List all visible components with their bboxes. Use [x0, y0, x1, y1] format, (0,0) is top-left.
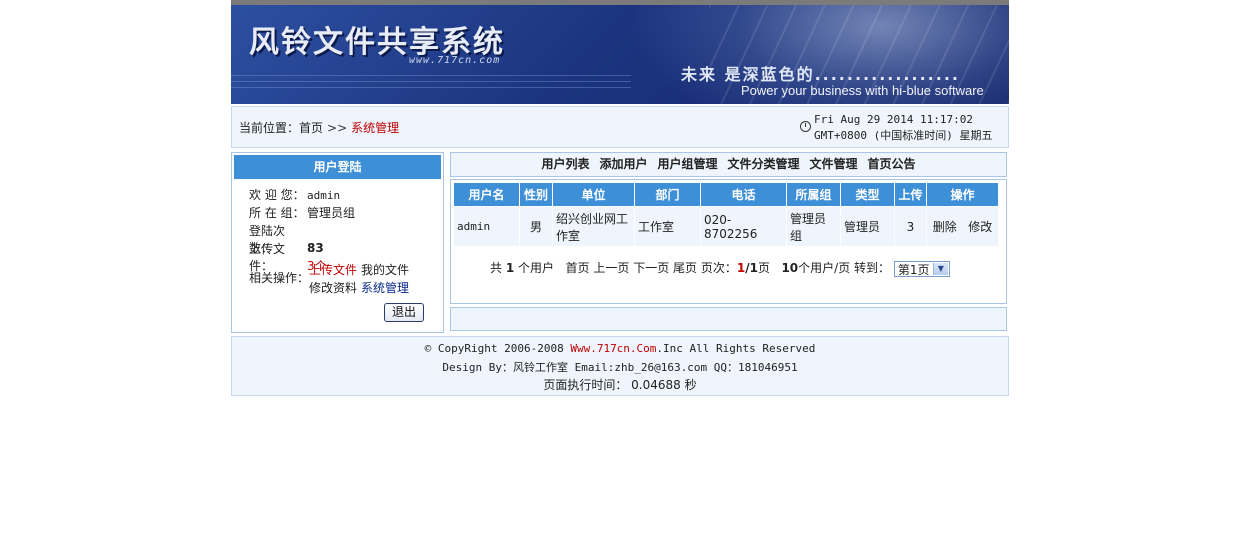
admin-nav: 用户列表 添加用户 用户组管理 文件分类管理 文件管理 首页公告 [450, 152, 1007, 177]
table-header-row: 用户名 性别 单位 部门 电话 所属组 类型 上传 操作 [454, 183, 998, 206]
group-value: 管理员组 [307, 206, 356, 220]
cell-type: 管理员 [841, 207, 894, 246]
related-ops: 上传文件 我的文件 修改资料 系统管理 [309, 261, 413, 297]
system-admin-link[interactable]: 系统管理 [361, 281, 409, 295]
page-select-value: 第1页 [897, 262, 930, 277]
cell-uploads: 3 [895, 207, 926, 246]
footer-copyright: © CopyRight 2006-2008 Www.717cn.Com.Inc … [232, 342, 1008, 355]
current-datetime: Fri Aug 29 2014 11:17:02 GMT+0800 (中国标准时… [814, 112, 992, 144]
login-panel: 用户登陆 欢 迎 您： admin 所 在 组： 管理员组 登陆次数： 83 上传文件… [231, 152, 444, 333]
banner-slogan-cn: 未来 是深蓝色的.................. [681, 65, 960, 84]
col-group: 所属组 [787, 183, 840, 206]
copyright-prefix: © CopyRight 2006-2008 [424, 342, 571, 355]
user-table: 用户名 性别 单位 部门 电话 所属组 类型 上传 操作 admin 男 绍兴创… [453, 182, 999, 247]
ops-label: 相关操作： [249, 271, 310, 285]
col-phone: 电话 [701, 183, 786, 206]
nav-home-notice[interactable]: 首页公告 [868, 157, 916, 171]
banner-line [231, 81, 631, 82]
banner-slogan-en: Power your business with hi-blue softwar… [741, 83, 984, 98]
col-username: 用户名 [454, 183, 519, 206]
pager-goto-label: 转到： [854, 261, 891, 275]
site-footer: © CopyRight 2006-2008 Www.717cn.Com.Inc … [231, 336, 1009, 396]
banner-line [231, 87, 631, 88]
col-gender: 性别 [520, 183, 552, 206]
site-banner: 风铃文件共享系统 www.717cn.com 未来 是深蓝色的.........… [231, 0, 1009, 104]
group-row: 所 在 组： 管理员组 [249, 204, 355, 221]
panel-footer-bar [450, 307, 1007, 331]
page-select[interactable]: 第1页 ▼ [893, 260, 950, 277]
pager-total: 1 [505, 261, 515, 275]
datetime-line1: Fri Aug 29 2014 11:17:02 [814, 113, 973, 126]
cell-group: 管理员组 [787, 207, 840, 246]
breadcrumb: 当前位置：首页 >> 系统管理 [239, 119, 399, 136]
table-row: admin 男 绍兴创业网工作室 工作室 020-8702256 管理员组 管理… [454, 207, 998, 246]
site-logo-url: www.717cn.com [409, 55, 501, 66]
col-actions: 操作 [927, 183, 998, 206]
clock-icon [800, 121, 811, 132]
nav-category-manage[interactable]: 文件分类管理 [728, 157, 800, 171]
cell-actions: 删除 修改 [927, 207, 998, 246]
pager-first[interactable]: 首页 [566, 261, 590, 275]
pager-total-suffix: 个用户 [518, 261, 555, 275]
pager-last[interactable]: 尾页 [673, 261, 697, 275]
nav-add-user[interactable]: 添加用户 [599, 157, 647, 171]
pager-total-prefix: 共 [490, 261, 503, 275]
cell-department: 工作室 [635, 207, 700, 246]
cell-company: 绍兴创业网工作室 [553, 207, 634, 246]
pager-per-page-suffix: 个用户/页 [798, 261, 851, 275]
delete-user-link[interactable]: 删除 [933, 220, 957, 234]
footer-exec-time: 页面执行时间： 0.04688 秒 [543, 378, 697, 392]
login-panel-header: 用户登陆 [234, 155, 441, 179]
col-department: 部门 [635, 183, 700, 206]
cell-gender: 男 [520, 207, 552, 246]
edit-profile-link[interactable]: 修改资料 [309, 281, 357, 295]
copyright-site-link[interactable]: Www.717cn.Com [570, 342, 656, 355]
pager-next[interactable]: 下一页 [633, 261, 669, 275]
pager-page-suffix: 页 [757, 261, 770, 275]
nav-group-manage[interactable]: 用户组管理 [657, 157, 717, 171]
user-list-panel: 用户名 性别 单位 部门 电话 所属组 类型 上传 操作 admin 男 绍兴创… [450, 179, 1007, 304]
edit-user-link[interactable]: 修改 [968, 220, 992, 234]
group-label: 所 在 组： [249, 206, 305, 220]
footer-design-info: Design By：风铃工作室 Email:zhb_26@163.com QQ：… [442, 361, 798, 374]
banner-line [231, 75, 631, 76]
pager-page-current: 1 [736, 261, 746, 275]
pager-page-label: 页次： [700, 261, 737, 275]
breadcrumb-home-link[interactable]: 首页 [299, 121, 323, 135]
cell-phone: 020-8702256 [701, 207, 786, 246]
breadcrumb-prefix: 当前位置： [239, 121, 300, 135]
welcome-row: 欢 迎 您： admin [249, 186, 340, 203]
col-company: 单位 [553, 183, 634, 206]
col-uploads: 上传 [895, 183, 926, 206]
my-files-link[interactable]: 我的文件 [361, 263, 409, 277]
nav-file-manage[interactable]: 文件管理 [810, 157, 858, 171]
pager-per-page: 10 [781, 261, 799, 275]
chevron-down-icon[interactable]: ▼ [932, 262, 948, 275]
welcome-label: 欢 迎 您： [249, 188, 305, 202]
breadcrumb-current: 系统管理 [351, 121, 400, 135]
col-type: 类型 [841, 183, 894, 206]
breadcrumb-separator: >> [327, 121, 348, 135]
welcome-username: admin [307, 189, 341, 202]
nav-user-list[interactable]: 用户列表 [541, 157, 589, 171]
cell-username: admin [454, 207, 519, 246]
upload-file-link[interactable]: 上传文件 [309, 263, 357, 277]
location-bar: 当前位置：首页 >> 系统管理 Fri Aug 29 2014 11:17:02 G… [231, 106, 1009, 148]
logout-button[interactable]: 退出 [384, 303, 424, 322]
pager-page-total: /1 [745, 261, 758, 275]
pager-prev[interactable]: 上一页 [593, 261, 629, 275]
datetime-line2: GMT+0800 (中国标准时间) 星期五 [814, 129, 993, 142]
copyright-suffix: .Inc All Rights Reserved [656, 342, 816, 355]
